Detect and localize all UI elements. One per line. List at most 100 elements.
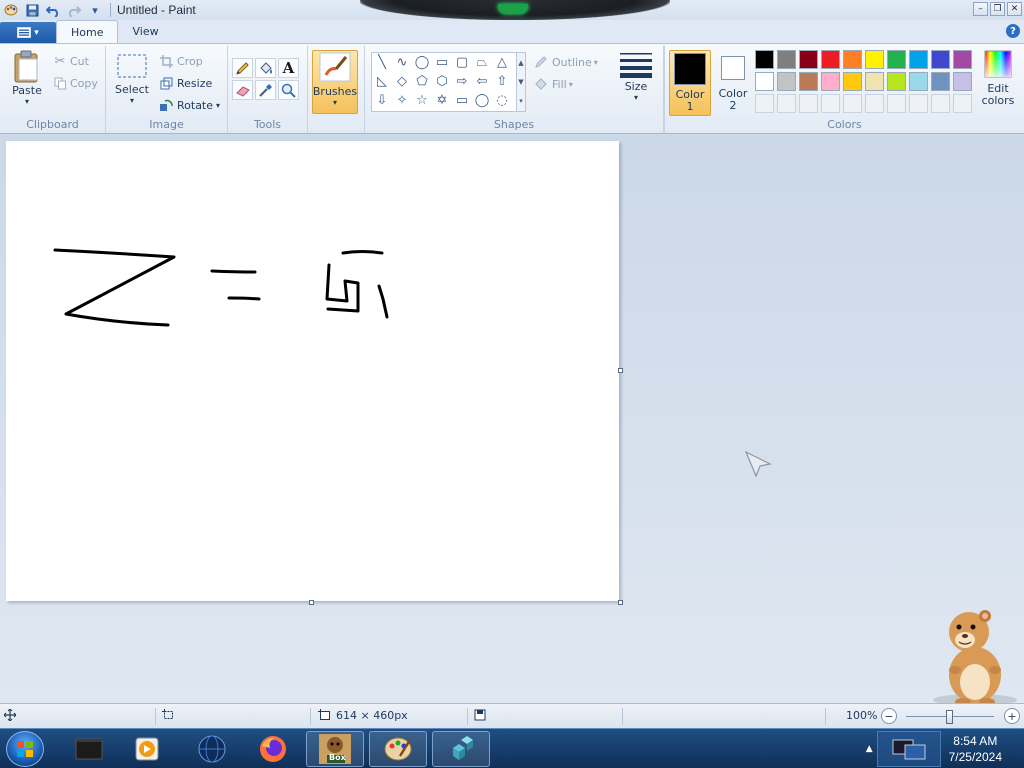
help-button[interactable]: ?: [1006, 24, 1020, 38]
taskbar-item-media-player[interactable]: [118, 731, 176, 767]
custom-color-slot[interactable]: [865, 94, 884, 113]
palette-color-swatch[interactable]: [953, 72, 972, 91]
right-triangle-shape[interactable]: ◺: [372, 72, 392, 91]
custom-color-slot[interactable]: [821, 94, 840, 113]
fill-with-color-tool[interactable]: [255, 58, 276, 78]
palette-color-swatch[interactable]: [909, 50, 928, 69]
size-button[interactable]: Size ▾: [614, 50, 658, 114]
taskbar-clock[interactable]: 8:54 AM 7/25/2024: [949, 733, 1002, 765]
outline-button[interactable]: Outline ▾: [533, 53, 598, 71]
curve-shape[interactable]: ∿: [392, 53, 412, 72]
minimize-button[interactable]: –: [973, 2, 988, 16]
canvas-workspace[interactable]: [0, 135, 1024, 706]
scroll-down-icon[interactable]: ▼: [518, 78, 523, 86]
drawing-canvas[interactable]: [6, 141, 619, 601]
palette-color-swatch[interactable]: [777, 72, 796, 91]
palette-color-swatch[interactable]: [953, 50, 972, 69]
start-button[interactable]: [6, 731, 44, 767]
undo-icon[interactable]: [44, 1, 62, 19]
paint-app-icon[interactable]: [2, 1, 20, 19]
hexagon-shape[interactable]: ⬡: [432, 72, 452, 91]
select-button[interactable]: Select ▾: [112, 52, 152, 114]
magnifier-tool[interactable]: [278, 80, 299, 100]
right-arrow-shape[interactable]: ⇨: [452, 72, 472, 91]
cloud-callout-shape[interactable]: ◌: [492, 91, 512, 110]
palette-color-swatch[interactable]: [821, 72, 840, 91]
zoom-slider-thumb[interactable]: [946, 710, 953, 724]
eraser-tool[interactable]: [232, 80, 253, 100]
rotate-button[interactable]: Rotate ▾: [158, 96, 220, 114]
custom-color-slot[interactable]: [909, 94, 928, 113]
palette-color-swatch[interactable]: [799, 50, 818, 69]
taskbar-item-terminal[interactable]: [60, 731, 118, 767]
taskbar-item-firefox[interactable]: [244, 731, 302, 767]
color1-button[interactable]: Color 1: [669, 50, 711, 116]
custom-color-slot[interactable]: [953, 94, 972, 113]
text-tool[interactable]: A: [278, 58, 299, 78]
five-point-star-shape[interactable]: ☆: [412, 91, 432, 110]
palette-color-swatch[interactable]: [931, 50, 950, 69]
palette-color-swatch[interactable]: [865, 72, 884, 91]
fill-button[interactable]: Fill ▾: [533, 75, 573, 93]
rectangle-shape[interactable]: ▭: [432, 53, 452, 72]
palette-color-swatch[interactable]: [865, 50, 884, 69]
rounded-callout-shape[interactable]: ▭: [452, 91, 472, 110]
palette-color-swatch[interactable]: [777, 50, 796, 69]
palette-color-swatch[interactable]: [887, 72, 906, 91]
custom-color-slot[interactable]: [887, 94, 906, 113]
palette-color-swatch[interactable]: [843, 50, 862, 69]
taskbar-item-globe-browser[interactable]: [183, 731, 241, 767]
cut-button[interactable]: ✂ Cut: [52, 52, 89, 70]
paint-menu-button[interactable]: ▾: [0, 22, 56, 43]
diamond-shape[interactable]: ◇: [392, 72, 412, 91]
restore-button[interactable]: ❐: [990, 2, 1005, 16]
taskbar-item-box[interactable]: Box: [306, 731, 364, 767]
redo-icon[interactable]: [65, 1, 83, 19]
brushes-button[interactable]: Brushes ▾: [312, 50, 358, 114]
palette-color-swatch[interactable]: [843, 72, 862, 91]
palette-color-swatch[interactable]: [821, 50, 840, 69]
canvas-resize-handle-bottom[interactable]: [309, 600, 314, 605]
copy-button[interactable]: Copy: [52, 74, 98, 92]
palette-color-swatch[interactable]: [755, 50, 774, 69]
color-picker-tool[interactable]: [255, 80, 276, 100]
taskbar-item-paint[interactable]: [369, 731, 427, 767]
zoom-out-button[interactable]: −: [881, 708, 897, 724]
six-point-star-shape[interactable]: ✡: [432, 91, 452, 110]
custom-color-slot[interactable]: [843, 94, 862, 113]
resize-button[interactable]: Resize: [158, 74, 212, 92]
taskbar-item-installer[interactable]: [432, 731, 490, 767]
custom-color-slot[interactable]: [777, 94, 796, 113]
crop-button[interactable]: Crop: [158, 52, 203, 70]
oval-shape[interactable]: ◯: [412, 53, 432, 72]
line-shape[interactable]: ╲: [372, 53, 392, 72]
expand-gallery-icon[interactable]: ▾: [519, 97, 523, 105]
up-arrow-shape[interactable]: ⇧: [492, 72, 512, 91]
tab-view[interactable]: View: [118, 20, 172, 43]
customize-qat-dropdown[interactable]: ▾: [86, 1, 104, 19]
polygon-shape[interactable]: ⏢: [472, 53, 492, 72]
palette-color-swatch[interactable]: [799, 72, 818, 91]
pencil-tool[interactable]: [232, 58, 253, 78]
edit-colors-button[interactable]: Edit colors: [977, 50, 1019, 116]
four-point-star-shape[interactable]: ✧: [392, 91, 412, 110]
paste-button[interactable]: Paste ▾: [8, 50, 46, 114]
custom-color-slot[interactable]: [931, 94, 950, 113]
canvas-resize-handle-right[interactable]: [618, 368, 623, 373]
palette-color-swatch[interactable]: [931, 72, 950, 91]
oval-callout-shape[interactable]: ◯: [472, 91, 492, 110]
rounded-rectangle-shape[interactable]: ▢: [452, 53, 472, 72]
canvas-resize-handle-corner[interactable]: [618, 600, 623, 605]
down-arrow-shape[interactable]: ⇩: [372, 91, 392, 110]
network-tray-icon[interactable]: [876, 731, 941, 767]
palette-color-swatch[interactable]: [909, 72, 928, 91]
palette-color-swatch[interactable]: [887, 50, 906, 69]
triangle-shape[interactable]: △: [492, 53, 512, 72]
tab-home[interactable]: Home: [56, 20, 119, 43]
close-button[interactable]: ✕: [1007, 2, 1022, 16]
color2-button[interactable]: Color 2: [713, 50, 753, 116]
zoom-in-button[interactable]: +: [1004, 708, 1020, 724]
pentagon-shape[interactable]: ⬠: [412, 72, 432, 91]
save-icon[interactable]: [23, 1, 41, 19]
custom-color-slot[interactable]: [755, 94, 774, 113]
